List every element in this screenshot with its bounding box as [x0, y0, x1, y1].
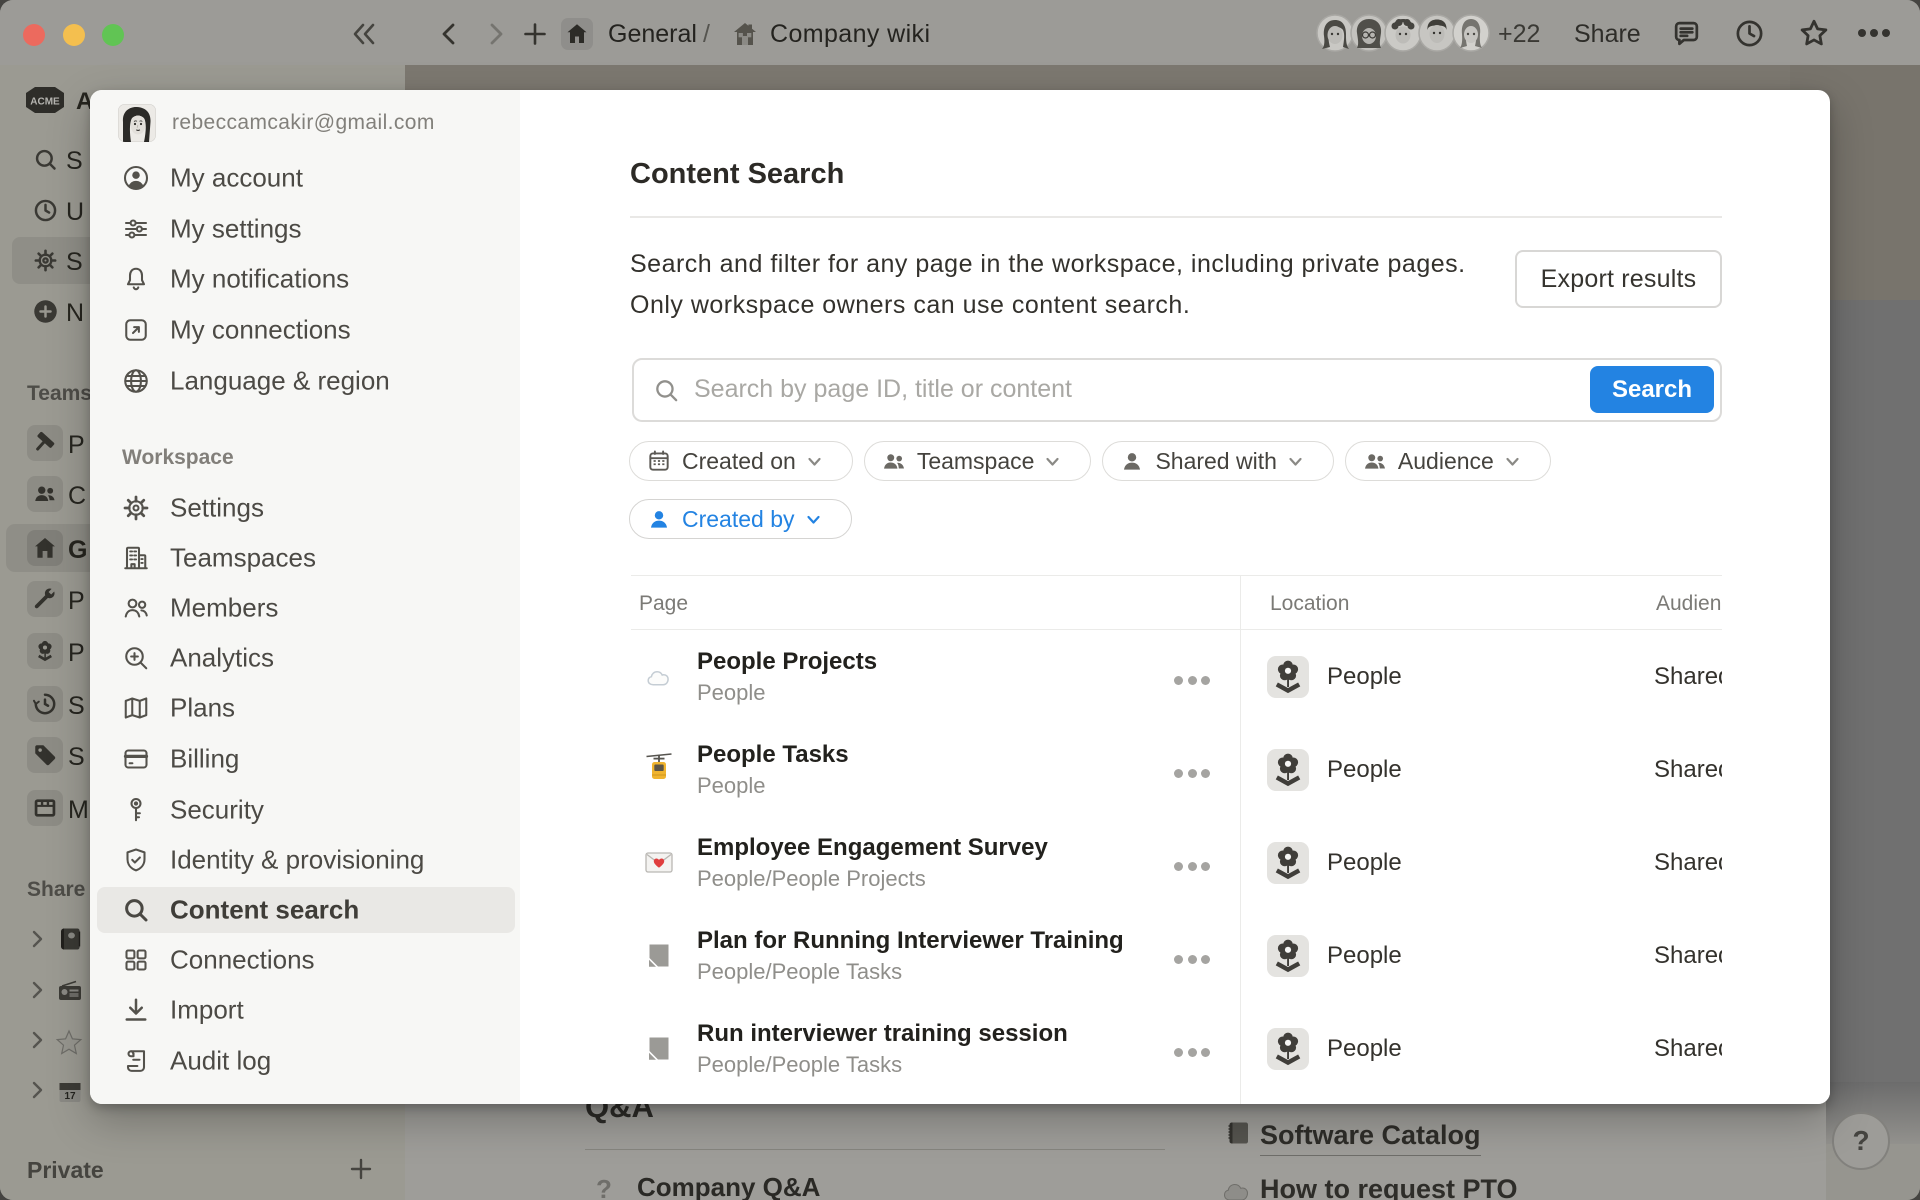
svg-text:17: 17	[64, 1091, 76, 1102]
svg-text:ACME: ACME	[30, 97, 60, 108]
